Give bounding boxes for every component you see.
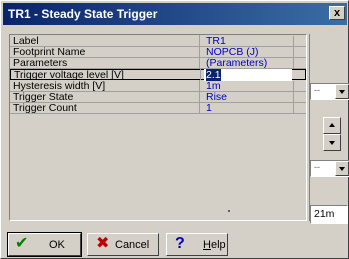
property-grid: Label TR1 Footprint Name NOPCB (J) Param…: [9, 34, 307, 221]
row-tail-cell: [293, 47, 306, 58]
dialog-window: TR1 - Steady State Trigger x Label TR1 F…: [0, 0, 349, 259]
x-cross-icon: ✖: [96, 235, 110, 252]
close-button[interactable]: x: [329, 6, 345, 20]
ok-label: OK: [49, 239, 65, 251]
property-value[interactable]: (Parameters): [206, 57, 292, 68]
help-label: Help: [203, 239, 226, 251]
dropdown-arrow-button[interactable]: [335, 84, 349, 99]
arrow-up-icon: [329, 123, 335, 127]
property-name: Trigger voltage level [V]: [14, 69, 201, 80]
ok-button[interactable]: ✔ OK: [7, 232, 82, 257]
property-row-trigger-count[interactable]: Trigger Count 1: [10, 102, 306, 114]
property-row-trigger-voltage-level[interactable]: Trigger voltage level [V] 2.1: [10, 69, 306, 81]
property-name: Hysteresis width [V]: [13, 80, 200, 91]
cancel-label: Cancel: [115, 239, 150, 251]
title-bar[interactable]: TR1 - Steady State Trigger x: [3, 3, 347, 25]
checkmark-icon: ✔: [15, 235, 29, 252]
property-name: Parameters: [13, 57, 200, 68]
property-value[interactable]: NOPCB (J): [206, 46, 292, 57]
row-tail-cell: [293, 103, 306, 114]
spin-control: [323, 117, 341, 151]
property-name: Trigger Count: [13, 102, 200, 113]
value-field[interactable]: 21m: [310, 205, 348, 224]
property-value[interactable]: TR1: [206, 35, 292, 46]
row-tail-cell: [293, 36, 306, 47]
help-button[interactable]: ? Help: [166, 233, 228, 256]
arrow-down-icon: [329, 141, 335, 145]
bottom-dropdown[interactable]: --: [310, 160, 349, 177]
dropdown-arrow-button[interactable]: [335, 161, 349, 176]
chevron-down-icon: [339, 90, 345, 94]
property-value[interactable]: 1: [206, 102, 292, 113]
dropdown-text: --: [314, 162, 320, 172]
dropdown-text: --: [314, 85, 320, 95]
spin-down-button[interactable]: [323, 134, 341, 151]
chevron-down-icon: [339, 167, 345, 171]
row-tail-cell: [293, 58, 306, 69]
property-name: Trigger State: [13, 91, 200, 102]
spin-up-button[interactable]: [323, 117, 341, 134]
row-tail-cell: [293, 92, 306, 103]
property-name: Footprint Name: [13, 46, 200, 57]
top-dropdown[interactable]: --: [310, 83, 349, 100]
grid-dot: [228, 210, 230, 212]
property-row-parameters[interactable]: Parameters (Parameters): [10, 57, 306, 69]
cancel-button[interactable]: ✖ Cancel: [87, 233, 159, 256]
property-value[interactable]: Rise: [206, 91, 292, 102]
window-title: TR1 - Steady State Trigger: [8, 7, 158, 21]
row-tail-cell: [293, 81, 306, 92]
help-mnemonic: H: [203, 239, 211, 251]
help-label-rest: elp: [210, 239, 226, 251]
property-name: Label: [13, 35, 200, 46]
question-mark-icon: ?: [175, 235, 185, 252]
property-value[interactable]: 1m: [206, 80, 292, 91]
